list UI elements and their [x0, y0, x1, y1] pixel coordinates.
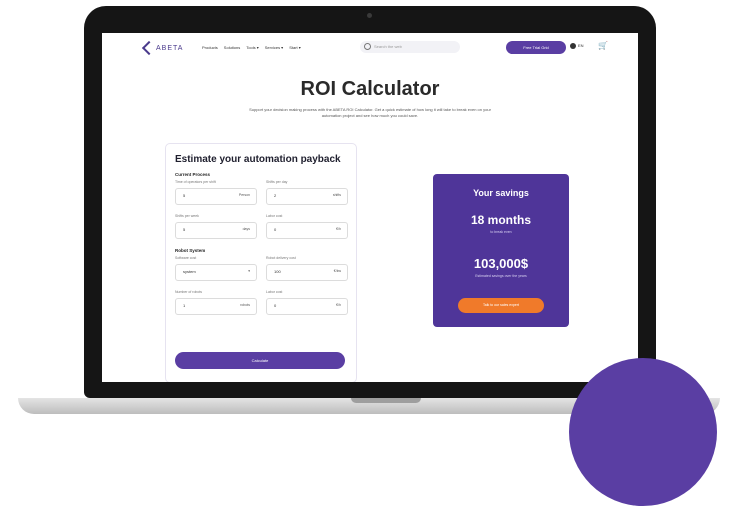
language-selector[interactable]: EN	[570, 43, 584, 49]
logo-icon	[141, 40, 157, 56]
operators-field[interactable]: 5 Person	[175, 188, 257, 205]
laptop-screen: ABETA Products Solutions Tools ▾ Service…	[102, 33, 638, 382]
logo[interactable]: ABETA	[141, 40, 184, 56]
field-value: 100	[274, 269, 281, 274]
payback-months: 18 months	[470, 213, 531, 227]
form-title: Estimate your automation payback	[175, 154, 341, 165]
page-title: ROI Calculator	[300, 78, 440, 100]
number-of-robots-field[interactable]: 1 robots	[175, 298, 257, 315]
camera-icon	[367, 13, 372, 18]
nav-menu: Products Solutions Tools ▾ Services ▾ St…	[202, 45, 301, 50]
field-unit: robots	[240, 303, 250, 307]
search-icon	[364, 43, 371, 50]
field-value: 0	[274, 303, 277, 308]
talk-to-sales-button[interactable]: Talk to our sales expert	[458, 298, 544, 313]
field-unit: Person	[238, 193, 250, 197]
labor-cost-field[interactable]: 0 €/h	[266, 222, 348, 239]
calculate-button[interactable]: Calculate	[175, 352, 345, 369]
language-label: EN	[578, 43, 584, 49]
field-value: 1	[183, 303, 186, 308]
nav-item-tools[interactable]: Tools ▾	[246, 45, 258, 50]
field-unit: €/h	[336, 303, 341, 307]
robot-labor-cost-field[interactable]: 0 €/h	[266, 298, 348, 315]
field-value: 5	[183, 193, 186, 198]
payback-months-caption: to break even	[490, 230, 512, 234]
field-label: Software cost	[175, 256, 197, 260]
nav-item-services[interactable]: Services ▾	[265, 45, 283, 50]
savings-title: Your savings	[473, 188, 529, 198]
field-value: 2	[274, 193, 277, 198]
savings-card: Your savings 18 months to break even 103…	[433, 174, 569, 327]
laptop-notch	[351, 398, 421, 403]
field-unit: €/kw	[333, 269, 341, 273]
field-value: system	[183, 269, 196, 274]
free-trial-button[interactable]: Free Trial Grid	[506, 41, 566, 54]
globe-icon	[570, 43, 576, 49]
search-placeholder: Search the web	[374, 44, 402, 49]
savings-amount: 103,000$	[473, 256, 529, 271]
payback-form-card: Estimate your automation payback Current…	[165, 143, 357, 382]
nav-item-products[interactable]: Products	[202, 45, 218, 50]
field-unit: days	[242, 227, 250, 231]
shifts-per-day-field[interactable]: 2 shifts	[266, 188, 348, 205]
page-subtitle: Support your decision making process wit…	[249, 107, 491, 118]
field-label: Robot delivery cost	[266, 256, 296, 260]
nav-item-solutions[interactable]: Solutions	[224, 45, 240, 50]
field-unit: shifts	[332, 193, 341, 197]
top-nav: ABETA Products Solutions Tools ▾ Service…	[102, 33, 638, 65]
chevron-down-icon: ▾	[248, 269, 250, 273]
field-value: 5	[183, 227, 186, 232]
cart-icon[interactable]: 🛒	[598, 41, 608, 50]
section-current-process: Current Process	[175, 172, 211, 177]
shifts-per-week-field[interactable]: 5 days	[175, 222, 257, 239]
robot-delivery-cost-field[interactable]: 100 €/kw	[266, 264, 348, 281]
logo-text: ABETA	[156, 44, 184, 52]
savings-amount-caption: Estimated savings over the years	[475, 274, 527, 278]
decorative-circle	[569, 358, 717, 506]
laptop-lid: ABETA Products Solutions Tools ▾ Service…	[84, 6, 656, 398]
field-label: Time of operators per shift	[175, 180, 216, 184]
nav-item-start[interactable]: Start ▾	[289, 45, 301, 50]
field-label: Labor cost	[266, 214, 283, 218]
software-cost-select[interactable]: system ▾	[175, 264, 257, 281]
field-label: Shifts per day	[266, 180, 288, 184]
field-unit: €/h	[336, 227, 341, 231]
search-input[interactable]: Search the web	[360, 41, 460, 53]
field-label: Number of robots	[175, 290, 203, 294]
field-label: Shifts per week	[175, 214, 199, 218]
section-robot-system: Robot System	[175, 248, 206, 253]
field-value: 0	[274, 227, 277, 232]
field-label: Labor cost	[266, 290, 283, 294]
